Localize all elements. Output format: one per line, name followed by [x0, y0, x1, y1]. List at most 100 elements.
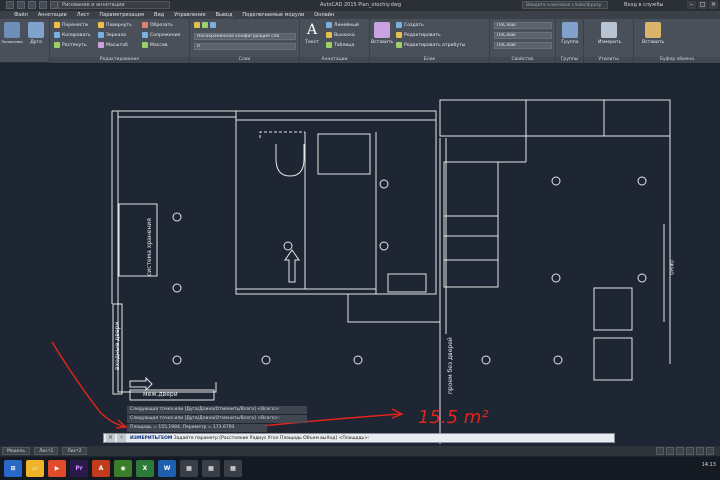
direction-arrow: [129, 376, 153, 392]
app-icon[interactable]: ▦: [202, 460, 220, 477]
groups-panel-title[interactable]: Группы: [556, 57, 583, 63]
move-icon: [54, 22, 60, 28]
tab-model[interactable]: Модель: [2, 447, 31, 455]
modify-panel-title[interactable]: Редактирование: [50, 57, 189, 63]
tab-view[interactable]: Вид: [154, 11, 164, 19]
annotation-panel-title[interactable]: Аннотации: [300, 57, 369, 63]
chrome-icon[interactable]: ◉: [114, 460, 132, 477]
tab-parametric[interactable]: Параметризация: [99, 11, 144, 19]
arc-button[interactable]: Дуга: [25, 22, 47, 45]
table-icon: [326, 42, 332, 48]
maximize-icon[interactable]: □: [698, 1, 707, 9]
taskbar-clock[interactable]: 14:13: [702, 462, 716, 468]
tab-manage[interactable]: Управление: [174, 11, 205, 19]
ortho-icon[interactable]: [676, 447, 684, 455]
command-line[interactable]: × › ИЗМЕРИТЬГЕОМ Задайте параметр [Расст…: [103, 433, 615, 443]
grid-icon[interactable]: [656, 447, 664, 455]
tab-online[interactable]: Онлайн: [314, 11, 334, 19]
leader-button[interactable]: Выноска: [326, 32, 355, 38]
lineweight-dropdown[interactable]: ПоСлою: [494, 42, 552, 49]
rotate-button[interactable]: Повернуть: [98, 22, 132, 28]
customize-command-icon[interactable]: ›: [117, 434, 126, 442]
tab-addins[interactable]: Подключаемые модули: [242, 11, 304, 19]
group-button[interactable]: Группа: [559, 22, 581, 45]
drawing-canvas[interactable]: 15.5 m² система хранения входные двери м…: [0, 64, 720, 446]
fillet-button[interactable]: Сопряжение: [142, 32, 180, 38]
properties-panel-title[interactable]: Свойства: [490, 57, 555, 63]
trim-button[interactable]: Обрезать: [142, 22, 173, 28]
current-layer-dropdown[interactable]: 0: [194, 43, 296, 50]
ceiling-lights: [172, 176, 647, 365]
open-file-icon[interactable]: [17, 1, 25, 9]
array-button[interactable]: Массив: [142, 42, 168, 48]
save-icon[interactable]: [28, 1, 36, 9]
tab-layout1[interactable]: Лист1: [34, 447, 59, 455]
linetype-dropdown[interactable]: ПоСлою: [494, 32, 552, 39]
array-icon: [142, 42, 148, 48]
tab-output[interactable]: Вывод: [216, 11, 233, 19]
stretch-button[interactable]: Растянуть: [54, 42, 87, 48]
tab-layout2[interactable]: Лист2: [62, 447, 87, 455]
table-button[interactable]: Таблица: [326, 42, 354, 48]
new-file-icon[interactable]: [6, 1, 14, 9]
excel-icon[interactable]: X: [136, 460, 154, 477]
utilities-panel: Измерить Утилиты: [584, 19, 634, 63]
move-button[interactable]: Перенести: [54, 22, 88, 28]
tab-layout[interactable]: Лист: [77, 11, 90, 19]
command-history-line: Следующая точка или [Дуга/Длина/Отменить…: [127, 415, 307, 423]
layer-properties-icon: [194, 22, 200, 28]
scale-button[interactable]: Масштаб: [98, 42, 128, 48]
tab-annotate[interactable]: Аннотации: [38, 11, 67, 19]
command-history-line: Следующая точка или [Дуга/Длина/Отменить…: [127, 406, 307, 414]
polyline-button[interactable]: Полилиния: [1, 22, 23, 45]
layers-panel-title[interactable]: Слои: [190, 57, 299, 63]
edit-attributes-button[interactable]: Редактировать атрибуты: [396, 42, 465, 48]
search-input[interactable]: Введите ключевое слово/фразу: [522, 1, 608, 9]
undo-icon[interactable]: [39, 1, 47, 9]
clipboard-panel-title[interactable]: Буфер обмена: [634, 57, 720, 63]
insert-block-button[interactable]: Вставить: [371, 22, 393, 45]
tab-home[interactable]: Файл: [14, 11, 28, 19]
window-controls: – □ ×: [687, 1, 718, 9]
polar-icon[interactable]: [686, 447, 694, 455]
measure-button[interactable]: Измерить: [598, 22, 621, 45]
app-icon[interactable]: ▦: [224, 460, 242, 477]
furniture-block: [593, 337, 633, 381]
explorer-icon[interactable]: ▭: [26, 460, 44, 477]
osnap-icon[interactable]: [696, 447, 704, 455]
create-block-button[interactable]: Создать: [396, 22, 424, 28]
layer-state-dropdown[interactable]: Несохраненная конфигурация сло: [194, 33, 296, 40]
color-dropdown[interactable]: ПоСлою: [494, 22, 552, 29]
draw-panel: Полилиния Дуга: [0, 19, 50, 63]
minimize-icon[interactable]: –: [687, 1, 696, 9]
copy-button[interactable]: Копировать: [54, 32, 91, 38]
premiere-icon[interactable]: Pr: [70, 460, 88, 477]
snap-icon[interactable]: [666, 447, 674, 455]
word-icon[interactable]: W: [158, 460, 176, 477]
dimension-button[interactable]: Линейный: [326, 22, 359, 28]
block-panel-title[interactable]: Блок: [370, 57, 489, 63]
paste-button[interactable]: Вставить: [642, 22, 664, 45]
close-icon[interactable]: ×: [709, 1, 718, 9]
workspace-icon[interactable]: [706, 447, 714, 455]
text-button[interactable]: A Текст: [301, 22, 323, 45]
group-icon: [562, 22, 578, 38]
layer-tools[interactable]: [194, 22, 216, 28]
media-icon[interactable]: ▶: [48, 460, 66, 477]
close-command-icon[interactable]: ×: [106, 434, 115, 442]
autocad-icon[interactable]: A: [92, 460, 110, 477]
cabinet-fixture: [387, 273, 427, 293]
workspace-dropdown[interactable]: Рисование и аннотации: [58, 1, 170, 9]
app-icon[interactable]: ▦: [180, 460, 198, 477]
mirror-button[interactable]: Зеркало: [98, 32, 126, 38]
door-dashed: [259, 131, 305, 138]
edit-block-button[interactable]: Редактировать: [396, 32, 441, 38]
sign-in-link[interactable]: Вход в службы: [624, 2, 663, 8]
label-storage: система хранения: [146, 218, 153, 276]
utilities-panel-title[interactable]: Утилиты: [584, 57, 633, 63]
command-prompt[interactable]: ИЗМЕРИТЬГЕОМ Задайте параметр [Расстояни…: [130, 436, 369, 441]
wall-line: [235, 110, 437, 120]
start-icon[interactable]: ⊞: [4, 460, 22, 477]
ribbon: Полилиния Дуга Перенести Копировать Раст…: [0, 19, 720, 63]
redo-icon[interactable]: [50, 1, 58, 9]
